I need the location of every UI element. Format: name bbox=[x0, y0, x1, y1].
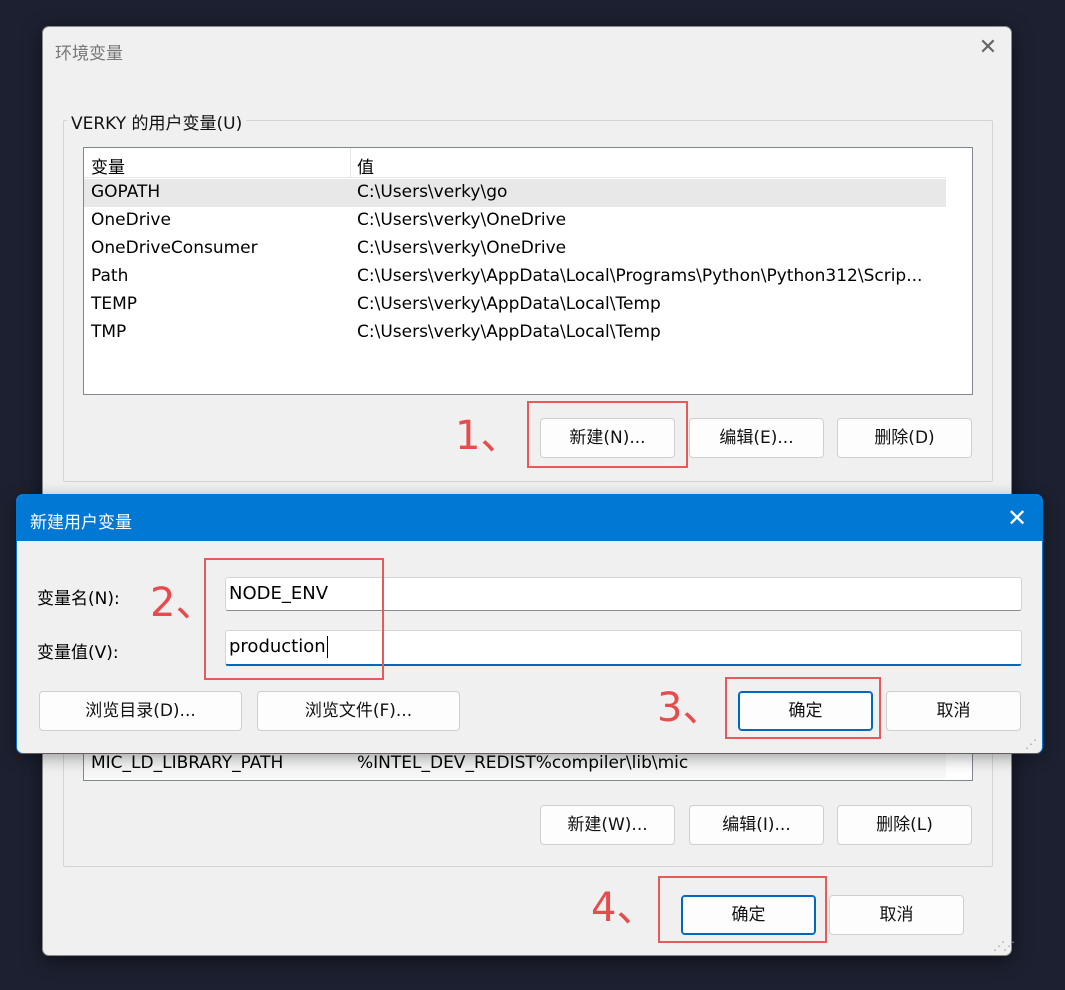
var-name: OneDrive bbox=[91, 210, 171, 230]
dialog-resize-grip-icon[interactable]: ⋰ bbox=[1025, 737, 1037, 751]
var-value: C:\Users\verky\OneDrive bbox=[357, 238, 567, 258]
resize-grip-icon[interactable]: ⋰⋰ bbox=[993, 939, 1015, 953]
column-header-name[interactable]: 变量 bbox=[91, 153, 125, 178]
dialog-cancel-button[interactable]: 取消 bbox=[886, 691, 1021, 731]
var-name: OneDriveConsumer bbox=[91, 238, 258, 258]
system-edit-button[interactable]: 编辑(I)... bbox=[689, 805, 824, 845]
annotation-step-1: 1、 bbox=[455, 413, 521, 459]
var-value: C:\Users\verky\AppData\Local\Temp bbox=[357, 294, 661, 314]
dialog-title: 新建用户变量 bbox=[30, 513, 132, 533]
window-title: 环境变量 bbox=[55, 44, 123, 64]
column-header-value[interactable]: 值 bbox=[357, 153, 374, 178]
system-delete-button[interactable]: 删除(L) bbox=[837, 805, 972, 845]
browse-file-button[interactable]: 浏览文件(F)... bbox=[257, 691, 460, 731]
variable-value-label: 变量值(V): bbox=[37, 643, 119, 663]
dialog-close-icon[interactable]: ✕ bbox=[1005, 506, 1029, 530]
var-value: C:\Users\verky\AppData\Local\Temp bbox=[357, 322, 661, 342]
table-row[interactable]: GOPATH C:\Users\verky\go bbox=[84, 179, 946, 207]
annotation-box-1 bbox=[527, 401, 688, 468]
table-row[interactable]: MIC_LD_LIBRARY_PATH %INTEL_DEV_REDIST%co… bbox=[84, 750, 946, 778]
table-row[interactable]: TMP C:\Users\verky\AppData\Local\Temp bbox=[84, 319, 946, 347]
var-name: TMP bbox=[91, 322, 127, 342]
var-name: GOPATH bbox=[91, 182, 161, 202]
main-cancel-button[interactable]: 取消 bbox=[829, 895, 964, 935]
table-row[interactable]: OneDriveConsumer C:\Users\verky\OneDrive bbox=[84, 235, 946, 263]
annotation-box-4 bbox=[658, 876, 827, 943]
var-name: TEMP bbox=[91, 294, 138, 314]
var-name: Path bbox=[91, 266, 129, 286]
annotation-box-3 bbox=[725, 677, 881, 739]
browse-directory-button[interactable]: 浏览目录(D)... bbox=[39, 691, 242, 731]
environment-variables-window: 环境变量 ✕ VERKY 的用户变量(U) 变量 值 GOPATH C:\Use… bbox=[42, 26, 1015, 956]
annotation-box-2 bbox=[204, 558, 384, 680]
var-value: %INTEL_DEV_REDIST%compiler\lib\mic bbox=[357, 753, 689, 773]
table-row[interactable]: TEMP C:\Users\verky\AppData\Local\Temp bbox=[84, 291, 946, 319]
dialog-titlebar[interactable]: 新建用户变量 ✕ bbox=[17, 495, 1042, 541]
table-row[interactable]: Path C:\Users\verky\AppData\Local\Progra… bbox=[84, 263, 946, 291]
annotation-step-4: 4、 bbox=[591, 885, 657, 931]
window-close-icon[interactable]: ✕ bbox=[975, 37, 1001, 63]
var-value: C:\Users\verky\AppData\Local\Programs\Py… bbox=[357, 266, 923, 286]
user-variables-group-title: VERKY 的用户变量(U) bbox=[67, 109, 247, 134]
var-value: C:\Users\verky\go bbox=[357, 182, 508, 202]
var-value: C:\Users\verky\OneDrive bbox=[357, 210, 567, 230]
variable-name-label: 变量名(N): bbox=[37, 589, 120, 609]
user-variables-list[interactable]: 变量 值 GOPATH C:\Users\verky\go OneDrive C… bbox=[83, 147, 973, 395]
table-row[interactable]: OneDrive C:\Users\verky\OneDrive bbox=[84, 207, 946, 235]
var-name: MIC_LD_LIBRARY_PATH bbox=[91, 753, 284, 773]
user-delete-button[interactable]: 删除(D) bbox=[837, 418, 972, 458]
column-separator[interactable] bbox=[350, 148, 351, 178]
user-edit-button[interactable]: 编辑(E)... bbox=[689, 418, 824, 458]
annotation-step-3: 3、 bbox=[657, 685, 723, 731]
list-header: 变量 值 bbox=[84, 148, 946, 178]
system-new-button[interactable]: 新建(W)... bbox=[540, 805, 675, 845]
